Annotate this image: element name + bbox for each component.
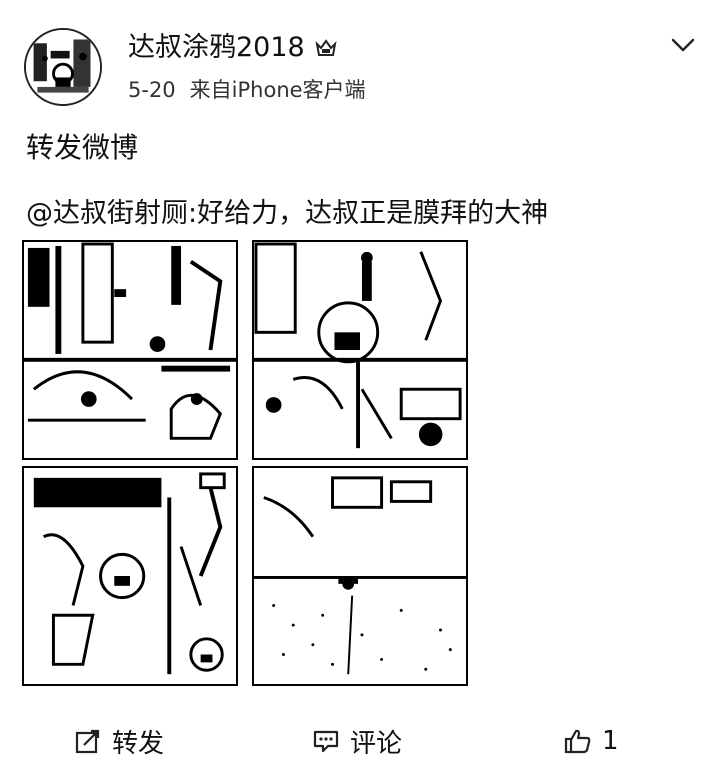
post-image-2[interactable]: [252, 240, 468, 460]
share-edit-icon: [74, 727, 102, 755]
comment-label: 评论: [350, 728, 403, 759]
weibo-post: 达叔涂鸦2018 5-20 来自iPhone客户端 转发微博 @达叔街射厕:好给力…: [0, 0, 720, 774]
author-name[interactable]: 达叔涂鸦2018: [128, 30, 305, 66]
post-timestamp: 5-20: [128, 78, 176, 102]
like-button[interactable]: 1: [564, 726, 619, 756]
author-row: 达叔涂鸦2018: [128, 30, 339, 66]
avatar[interactable]: [24, 28, 102, 106]
original-post-text[interactable]: @达叔街射厕:好给力，达叔正是膜拜的大神: [26, 194, 548, 234]
image-grid: [22, 240, 472, 690]
thumbs-up-icon: [564, 727, 592, 755]
avatar-image: [26, 30, 100, 104]
chevron-down-icon[interactable]: [670, 34, 696, 56]
repost-text: 转发微博: [26, 131, 139, 164]
repost-label: 转发: [112, 728, 165, 759]
post-image-4[interactable]: [252, 466, 468, 686]
comment-icon: [312, 727, 340, 755]
crown-badge-icon: [313, 35, 339, 61]
post-meta: 5-20 来自iPhone客户端: [128, 76, 366, 104]
like-count: 1: [602, 726, 619, 756]
post-source: 来自iPhone客户端: [189, 78, 366, 102]
post-image-1[interactable]: [22, 240, 238, 460]
repost-button[interactable]: 转发: [74, 723, 164, 760]
comment-button[interactable]: 评论: [312, 723, 402, 760]
action-bar: 转发 评论 1: [0, 718, 720, 764]
post-image-3[interactable]: [22, 466, 238, 686]
